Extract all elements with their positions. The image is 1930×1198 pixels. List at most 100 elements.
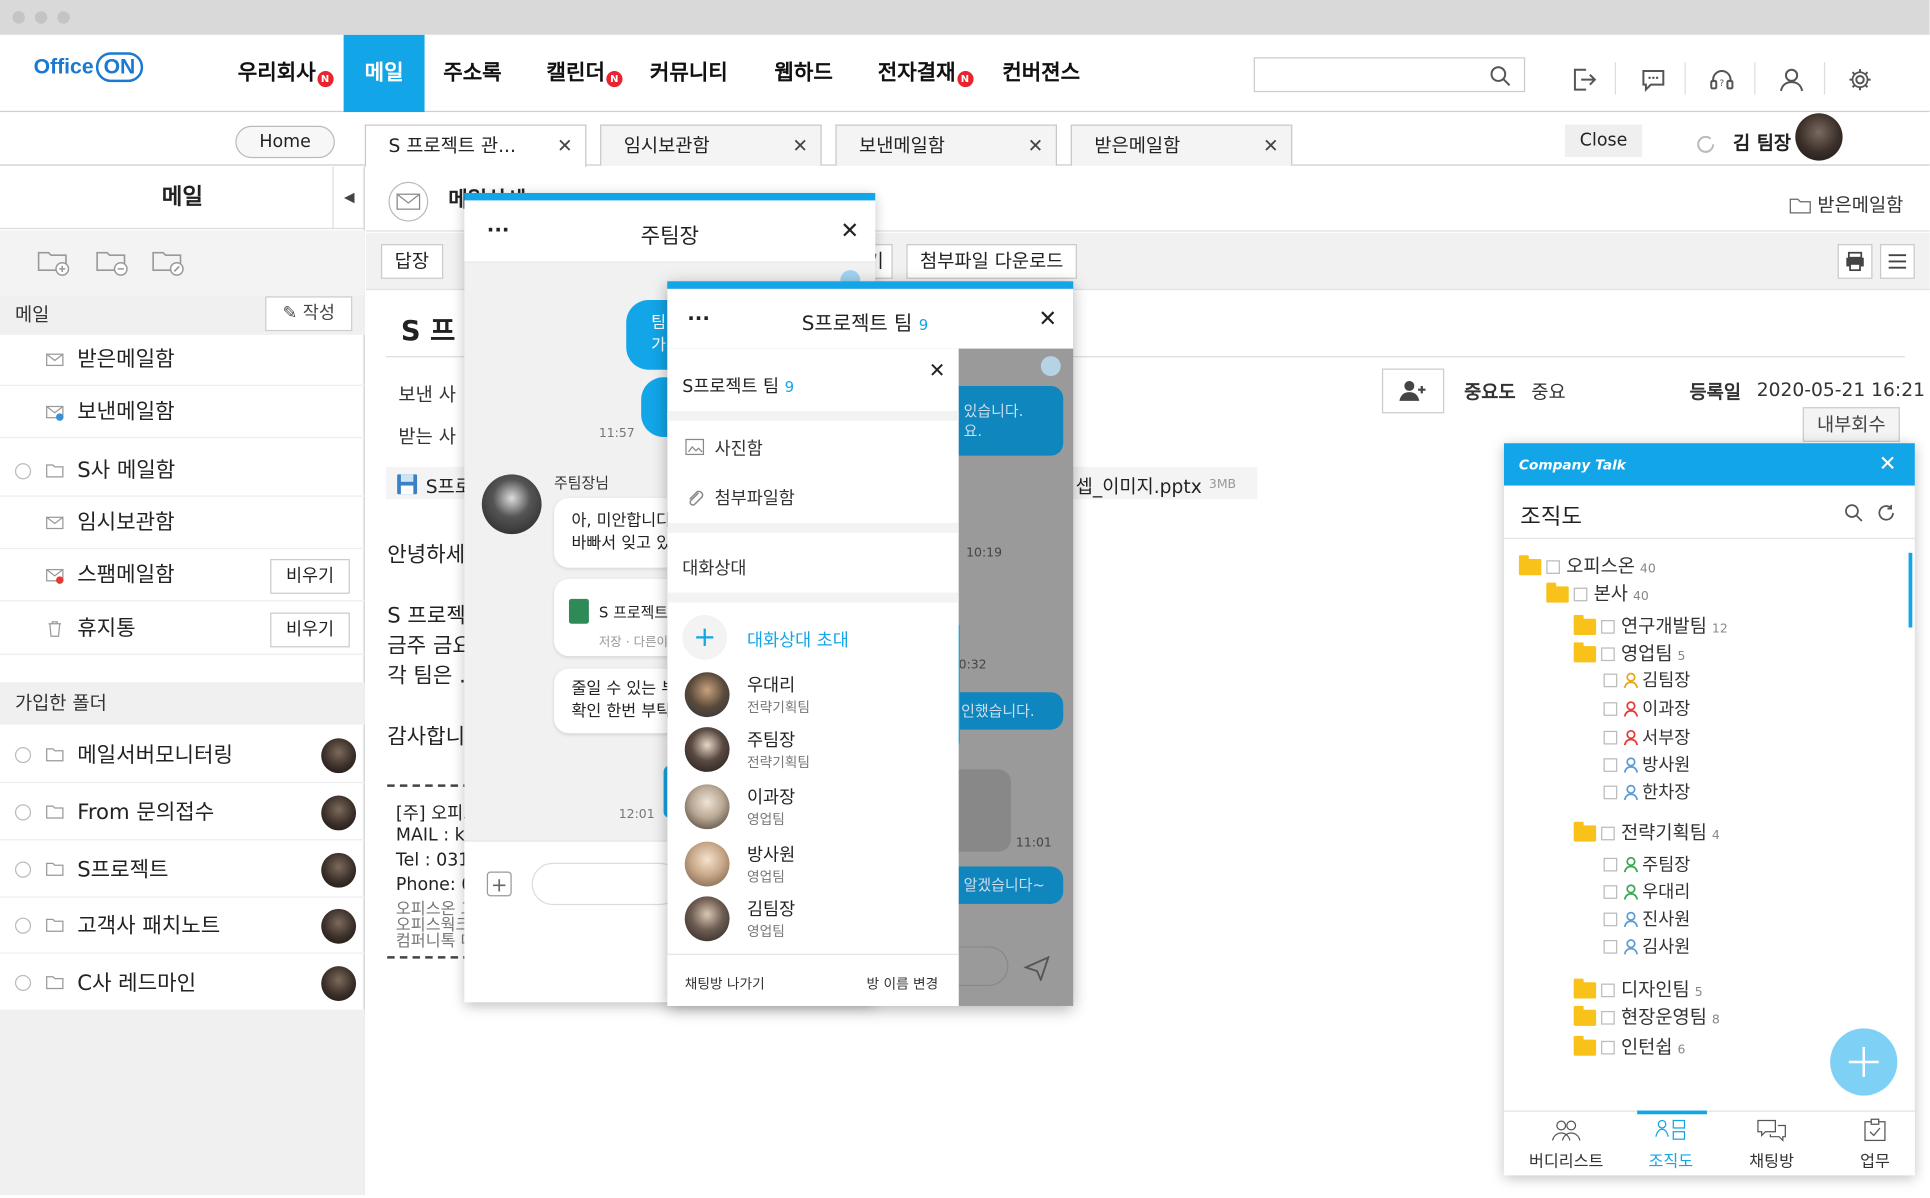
close-icon[interactable]: ✕ bbox=[792, 126, 808, 167]
joined-folder[interactable]: From 문의접수 bbox=[0, 786, 365, 841]
user-name[interactable]: 김 팀장 bbox=[1733, 129, 1791, 155]
search-icon[interactable] bbox=[1844, 503, 1864, 523]
close-icon[interactable]: ✕ bbox=[840, 218, 859, 244]
tab-sent[interactable]: 보낸메일함 ✕ bbox=[835, 124, 1058, 167]
leave-room-button[interactable]: 채팅방 나가기 bbox=[685, 974, 765, 994]
org-person-row[interactable]: 한차장 bbox=[1603, 779, 1690, 804]
org-folder-row[interactable]: 전략기획팀 4 bbox=[1573, 819, 1720, 845]
org-folder-row[interactable]: 연구개발팀 12 bbox=[1573, 613, 1728, 639]
window-close-dot[interactable] bbox=[12, 11, 25, 24]
tab-drafts[interactable]: 임시보관함 ✕ bbox=[600, 124, 822, 167]
scrollbar-thumb[interactable] bbox=[1908, 552, 1913, 628]
attach-plus-icon[interactable]: + bbox=[486, 871, 512, 897]
select-checkbox[interactable] bbox=[1601, 1010, 1615, 1025]
select-checkbox[interactable] bbox=[1603, 885, 1618, 899]
download-attachments-button[interactable]: 첨부파일 다운로드 bbox=[906, 244, 1078, 279]
mailbox-trash[interactable]: 휴지통 비우기 bbox=[0, 603, 365, 655]
add-contact-button[interactable] bbox=[1381, 368, 1445, 414]
invite-plus-icon[interactable]: + bbox=[682, 615, 728, 660]
select-checkbox[interactable] bbox=[1603, 939, 1618, 954]
scroll-up-icon[interactable] bbox=[1040, 356, 1061, 376]
chat-message-input[interactable] bbox=[531, 862, 682, 906]
select-checkbox[interactable] bbox=[1573, 587, 1588, 602]
org-person-row[interactable]: 이과장 bbox=[1603, 696, 1690, 721]
select-checkbox[interactable] bbox=[1601, 1040, 1615, 1055]
chat-message-input[interactable] bbox=[958, 946, 1009, 987]
nav-community[interactable]: 커뮤니티 bbox=[631, 35, 746, 112]
empty-trash-button[interactable]: 비우기 bbox=[270, 612, 350, 648]
file-message-bubble[interactable]: S 프로젝트 저장 · 다른이 bbox=[554, 578, 679, 657]
org-person-row[interactable]: 김사원 bbox=[1603, 934, 1690, 959]
edit-folder-icon[interactable] bbox=[149, 244, 186, 279]
select-checkbox[interactable] bbox=[1601, 826, 1615, 841]
print-icon[interactable] bbox=[1837, 244, 1873, 279]
close-icon[interactable]: ✕ bbox=[1028, 126, 1044, 167]
member-item[interactable]: 이과장 영업팀 bbox=[667, 782, 958, 837]
close-icon[interactable]: ✕ bbox=[929, 359, 946, 383]
close-icon[interactable]: ✕ bbox=[1879, 452, 1897, 477]
save-disk-icon[interactable] bbox=[396, 473, 418, 495]
compose-button[interactable]: ✎ 작성 bbox=[265, 296, 353, 332]
home-button[interactable]: Home bbox=[235, 125, 335, 159]
org-person-row[interactable]: 서부장 bbox=[1603, 725, 1690, 750]
mailbox-spam[interactable]: 스팸메일함 비우기 bbox=[0, 549, 365, 602]
internal-recall-button[interactable]: 내부회수 bbox=[1802, 407, 1900, 442]
remove-folder-icon[interactable] bbox=[93, 244, 130, 279]
select-radio[interactable] bbox=[14, 747, 32, 764]
select-radio[interactable] bbox=[14, 463, 32, 480]
select-radio[interactable] bbox=[14, 804, 32, 821]
org-folder-row[interactable]: 디자인팀 5 bbox=[1573, 976, 1703, 1002]
search-input[interactable] bbox=[1253, 57, 1526, 93]
close-icon[interactable]: ✕ bbox=[1038, 306, 1057, 332]
select-checkbox[interactable] bbox=[1601, 983, 1615, 998]
app-logo[interactable]: Office ON bbox=[34, 52, 143, 83]
org-folder-row[interactable]: 본사 40 bbox=[1546, 580, 1649, 606]
window-minimize-dot[interactable] bbox=[34, 11, 48, 24]
joined-folder[interactable]: 메일서버모니터링 bbox=[0, 728, 365, 784]
user-profile-icon[interactable] bbox=[1777, 65, 1807, 95]
select-checkbox[interactable] bbox=[1601, 647, 1615, 662]
org-person-row[interactable]: 김팀장 bbox=[1603, 667, 1690, 692]
joined-folder[interactable]: 고객사 패치노트 bbox=[0, 899, 365, 954]
select-radio[interactable] bbox=[14, 917, 32, 934]
nav-our-company[interactable]: 우리회사 N bbox=[219, 35, 352, 112]
attachments-link[interactable]: 첨부파일함 bbox=[715, 486, 795, 511]
mailbox-drafts[interactable]: 임시보관함 bbox=[0, 497, 365, 550]
nav-calendar[interactable]: 캘린더 N bbox=[528, 35, 641, 112]
menu-icon[interactable] bbox=[1879, 244, 1915, 279]
mailbox-sent[interactable]: 보낸메일함 bbox=[0, 386, 365, 439]
nav-address-book[interactable]: 주소록 bbox=[425, 35, 521, 112]
search-icon[interactable] bbox=[1488, 63, 1513, 88]
rename-room-button[interactable]: 방 이름 변경 bbox=[867, 974, 939, 994]
member-item[interactable]: 우대리 전략기획팀 bbox=[667, 670, 958, 725]
select-checkbox[interactable] bbox=[1603, 785, 1618, 800]
avatar[interactable] bbox=[1795, 113, 1843, 161]
close-icon[interactable]: ✕ bbox=[557, 126, 573, 167]
nav-convergence[interactable]: 컨버젼스 bbox=[984, 35, 1099, 112]
org-person-row[interactable]: 주팀장 bbox=[1603, 852, 1690, 877]
close-tabs-button[interactable]: Close bbox=[1564, 124, 1643, 157]
select-checkbox[interactable] bbox=[1603, 857, 1618, 872]
select-checkbox[interactable] bbox=[1601, 620, 1615, 634]
logout-icon[interactable] bbox=[1569, 65, 1599, 95]
member-item[interactable]: 김팀장 영업팀 bbox=[667, 894, 958, 949]
select-radio[interactable] bbox=[14, 974, 32, 992]
org-folder-row[interactable]: 오피스온 40 bbox=[1518, 553, 1656, 579]
support-headset-icon[interactable]: ? bbox=[1707, 65, 1737, 95]
add-folder-icon[interactable] bbox=[35, 244, 72, 279]
reply-button[interactable]: 답장 bbox=[380, 244, 443, 279]
nav-tasks[interactable]: 업무 bbox=[1825, 1118, 1925, 1172]
send-icon[interactable] bbox=[1023, 954, 1050, 982]
chat-menu-icon[interactable]: ··· bbox=[687, 306, 710, 330]
close-icon[interactable]: ✕ bbox=[1263, 126, 1279, 167]
gear-icon[interactable] bbox=[1845, 65, 1875, 95]
select-checkbox[interactable] bbox=[1603, 702, 1618, 716]
joined-folder[interactable]: S프로젝트 bbox=[0, 843, 365, 898]
invite-member-link[interactable]: 대화상대 초대 bbox=[747, 627, 849, 652]
add-fab-button[interactable] bbox=[1830, 1028, 1898, 1096]
refresh-icon[interactable] bbox=[1876, 503, 1896, 523]
window-maximize-dot[interactable] bbox=[57, 11, 70, 24]
mailbox-s-company[interactable]: S사 메일함 bbox=[0, 444, 365, 497]
empty-spam-button[interactable]: 비우기 bbox=[270, 559, 350, 594]
select-checkbox[interactable] bbox=[1603, 673, 1618, 688]
